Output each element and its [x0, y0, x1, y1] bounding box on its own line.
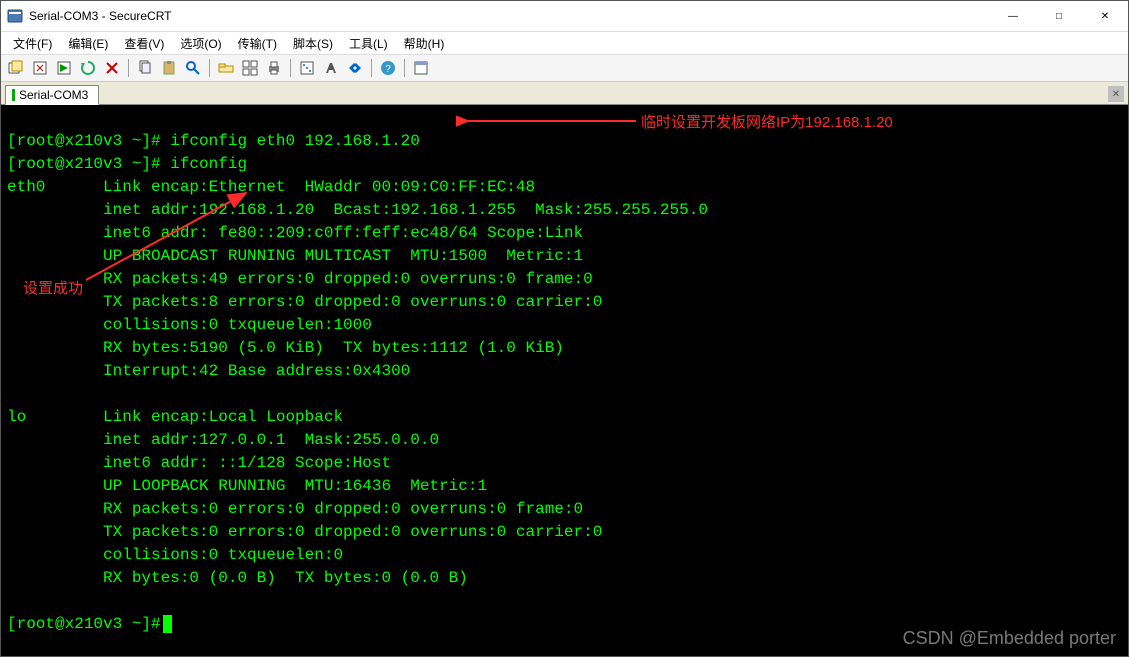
copy-icon[interactable] [134, 57, 156, 79]
menu-edit[interactable]: 编辑(E) [60, 33, 116, 54]
toolbar-separator [209, 59, 210, 77]
toolbar-separator [290, 59, 291, 77]
output-line: RX packets:49 errors:0 dropped:0 overrun… [7, 270, 593, 288]
options-icon[interactable] [296, 57, 318, 79]
reconnect-icon[interactable] [77, 57, 99, 79]
output-line: RX bytes:5190 (5.0 KiB) TX bytes:1112 (1… [7, 339, 564, 357]
tab-serial-com3[interactable]: Serial-COM3 [5, 85, 99, 105]
output-line: RX packets:0 errors:0 dropped:0 overruns… [7, 500, 583, 518]
toolbar-separator [371, 59, 372, 77]
output-line: Interrupt:42 Base address:0x4300 [7, 362, 410, 380]
keymap-icon[interactable] [320, 57, 342, 79]
tab-active-mark [12, 89, 15, 101]
menu-bar: 文件(F) 编辑(E) 查看(V) 选项(O) 传输(T) 脚本(S) 工具(L… [1, 32, 1128, 55]
script-icon[interactable] [344, 57, 366, 79]
app-window: Serial-COM3 - SecureCRT — □ ✕ 文件(F) 编辑(E… [0, 0, 1129, 657]
output-line: RX bytes:0 (0.0 B) TX bytes:0 (0.0 B) [7, 569, 468, 587]
output-line: TX packets:8 errors:0 dropped:0 overruns… [7, 293, 602, 311]
prompt: [root@x210v3 ~]# [7, 132, 161, 150]
close-button[interactable]: ✕ [1082, 1, 1128, 31]
annotation-set-success: 设置成功 [23, 277, 83, 300]
command-text: ifconfig eth0 192.168.1.20 [161, 132, 420, 150]
menu-options[interactable]: 选项(O) [172, 33, 229, 54]
quick-connect-icon[interactable] [29, 57, 51, 79]
output-line: inet6 addr: ::1/128 Scope:Host [7, 454, 391, 472]
tab-close-icon[interactable]: ✕ [1108, 86, 1124, 102]
tile-icon[interactable] [239, 57, 261, 79]
terminal-pane[interactable]: [root@x210v3 ~]# ifconfig eth0 192.168.1… [1, 105, 1128, 656]
command-text: ifconfig [161, 155, 247, 173]
menu-help[interactable]: 帮助(H) [396, 33, 453, 54]
menu-transfer[interactable]: 传输(T) [230, 33, 285, 54]
disconnect-icon[interactable] [101, 57, 123, 79]
watermark-text: CSDN @Embedded porter [903, 627, 1116, 650]
annotation-set-ip: 临时设置开发板网络IP为192.168.1.20 [641, 111, 893, 134]
annotation-arrow-icon [456, 111, 636, 131]
prompt: [root@x210v3 ~]# [7, 615, 161, 633]
minimize-button[interactable]: — [990, 1, 1036, 31]
paste-icon[interactable] [158, 57, 180, 79]
output-line: eth0 Link encap:Ethernet HWaddr 00:09:C0… [7, 178, 535, 196]
tab-strip: Serial-COM3 ✕ [1, 82, 1128, 105]
app-icon [7, 8, 23, 24]
menu-view[interactable]: 查看(V) [116, 33, 172, 54]
toolbar-separator [128, 59, 129, 77]
output-line: UP LOOPBACK RUNNING MTU:16436 Metric:1 [7, 477, 487, 495]
sftp-icon[interactable] [215, 57, 237, 79]
output-line: collisions:0 txqueuelen:1000 [7, 316, 372, 334]
title-bar: Serial-COM3 - SecureCRT — □ ✕ [1, 1, 1128, 32]
output-line: lo Link encap:Local Loopback [7, 408, 343, 426]
connect-bar-icon[interactable] [53, 57, 75, 79]
output-line: TX packets:0 errors:0 dropped:0 overruns… [7, 523, 602, 541]
output-line: UP BROADCAST RUNNING MULTICAST MTU:1500 … [7, 247, 583, 265]
menu-tools[interactable]: 工具(L) [341, 33, 396, 54]
cursor-block [163, 615, 172, 633]
svg-text:?: ? [385, 64, 391, 75]
output-line: inet6 addr: fe80::209:c0ff:feff:ec48/64 … [7, 224, 583, 242]
tab-label: Serial-COM3 [19, 88, 88, 102]
window-title: Serial-COM3 - SecureCRT [29, 9, 171, 23]
output-line: inet addr:127.0.0.1 Mask:255.0.0.0 [7, 431, 439, 449]
toggle-icon[interactable] [410, 57, 432, 79]
session-mgr-icon[interactable] [5, 57, 27, 79]
output-line: collisions:0 txqueuelen:0 [7, 546, 343, 564]
maximize-button[interactable]: □ [1036, 1, 1082, 31]
output-line: inet addr:192.168.1.20 Bcast:192.168.1.2… [7, 201, 708, 219]
print-icon[interactable] [263, 57, 285, 79]
help-icon[interactable]: ? [377, 57, 399, 79]
find-icon[interactable] [182, 57, 204, 79]
prompt: [root@x210v3 ~]# [7, 155, 161, 173]
menu-script[interactable]: 脚本(S) [285, 33, 341, 54]
toolbar-separator [404, 59, 405, 77]
menu-file[interactable]: 文件(F) [5, 33, 60, 54]
toolbar: ? [1, 55, 1128, 82]
